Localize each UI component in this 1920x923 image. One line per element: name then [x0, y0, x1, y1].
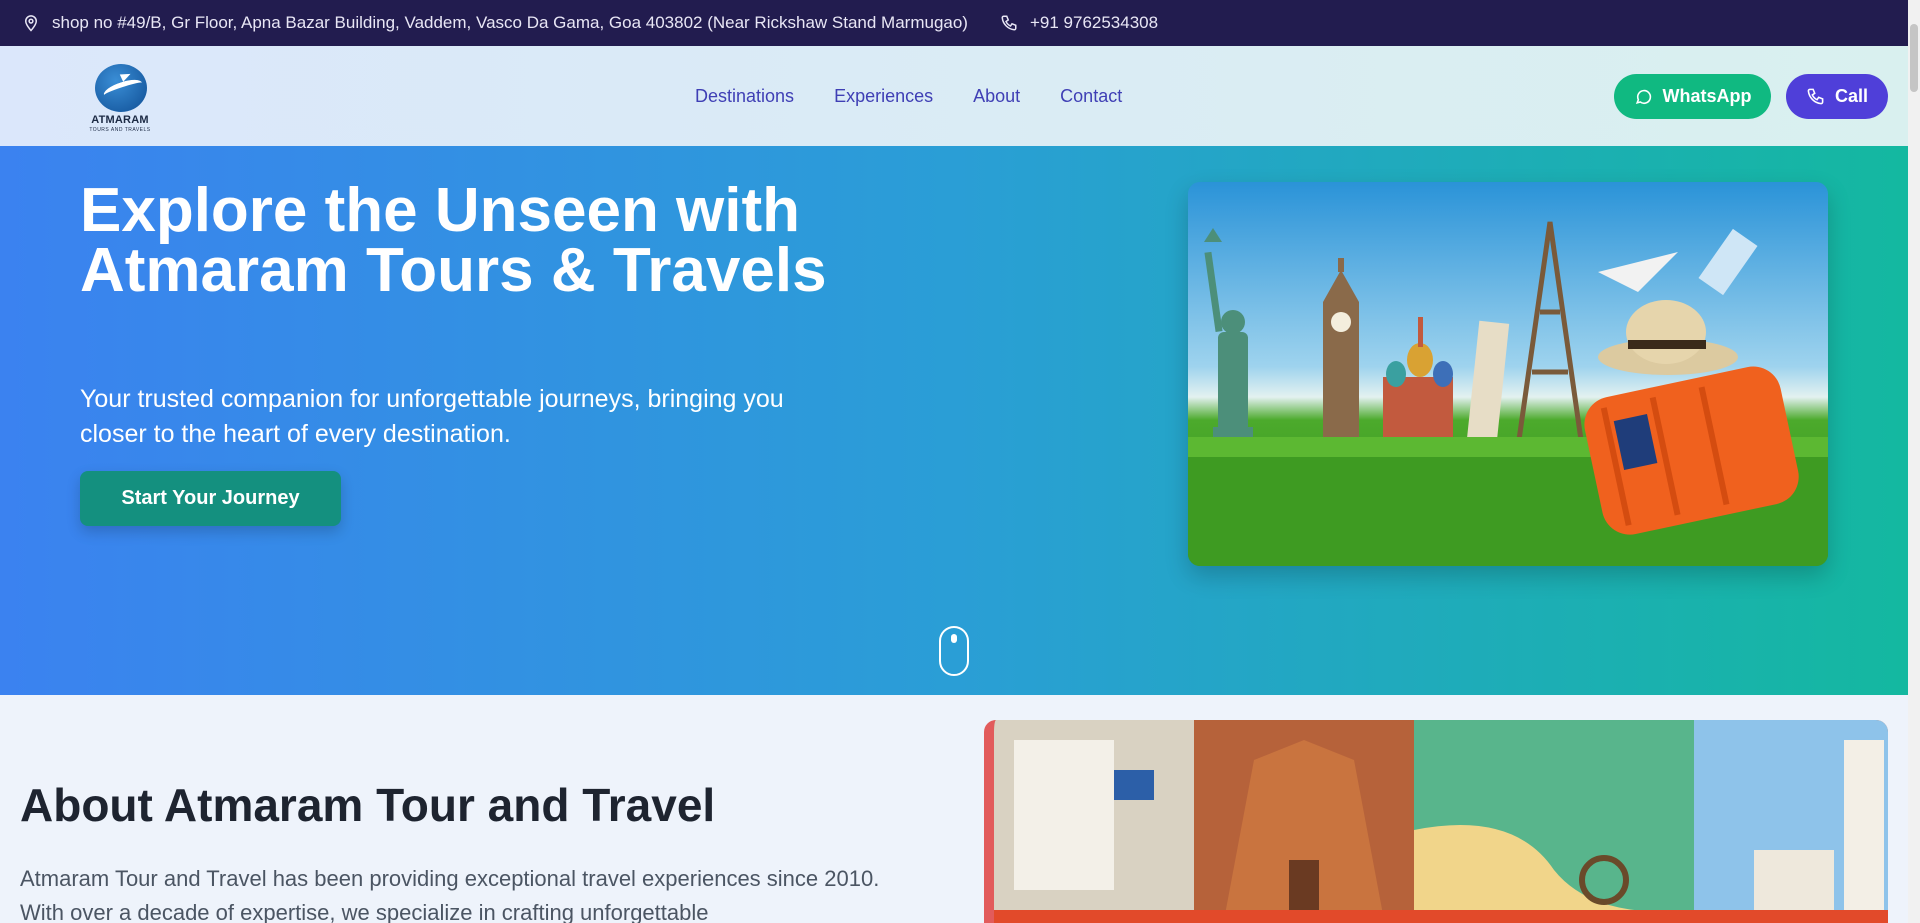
site-logo[interactable]: ATMARAM TOURS AND TRAVELS — [84, 64, 156, 133]
hero-landmarks-image — [1188, 182, 1828, 566]
scrollbar-thumb[interactable] — [1910, 24, 1918, 92]
address-item: shop no #49/B, Gr Floor, Apna Bazar Buil… — [22, 13, 968, 33]
address-text: shop no #49/B, Gr Floor, Apna Bazar Buil… — [52, 13, 968, 32]
site-header: ATMARAM TOURS AND TRAVELS Destinations E… — [0, 46, 1908, 146]
top-info-bar: shop no #49/B, Gr Floor, Apna Bazar Buil… — [0, 0, 1920, 46]
nav-destinations[interactable]: Destinations — [695, 86, 794, 107]
goa-collage-image — [984, 720, 1888, 923]
about-text: Atmaram Tour and Travel has been providi… — [20, 866, 880, 923]
chat-bubble-icon — [1635, 89, 1651, 105]
hero-section: Explore the Unseen with Atmaram Tours & … — [0, 146, 1908, 695]
logo-brand-text: ATMARAM — [91, 114, 149, 126]
main-nav: Destinations Experiences About Contact — [695, 86, 1122, 107]
logo-tagline: TOURS AND TRAVELS — [89, 127, 151, 133]
whatsapp-button[interactable]: WhatsApp — [1614, 74, 1771, 119]
location-pin-icon — [24, 15, 38, 32]
call-button[interactable]: Call — [1786, 74, 1888, 119]
call-label: Call — [1834, 86, 1868, 106]
phone-item[interactable]: +91 9762534308 — [1000, 13, 1158, 33]
phone-icon — [1001, 15, 1017, 31]
logo-emblem — [95, 64, 147, 112]
goa-collage-illustration — [994, 720, 1888, 923]
start-journey-button[interactable]: Start Your Journey — [80, 471, 341, 526]
nav-contact[interactable]: Contact — [1060, 86, 1122, 107]
landmarks-illustration — [1188, 221, 1828, 566]
phone-text[interactable]: +91 9762534308 — [1030, 13, 1158, 33]
phone-icon — [1807, 88, 1824, 105]
whatsapp-label: WhatsApp — [1662, 86, 1752, 106]
page-scrollbar[interactable] — [1908, 0, 1920, 923]
scroll-down-mouse-icon[interactable] — [939, 626, 969, 676]
nav-about[interactable]: About — [973, 86, 1020, 107]
hero-subtitle: Your trusted companion for unforgettable… — [80, 385, 784, 448]
hero-title: Explore the Unseen with Atmaram Tours & … — [80, 176, 827, 305]
about-title: About Atmaram Tour and Travel — [20, 779, 716, 831]
nav-experiences[interactable]: Experiences — [834, 86, 933, 107]
